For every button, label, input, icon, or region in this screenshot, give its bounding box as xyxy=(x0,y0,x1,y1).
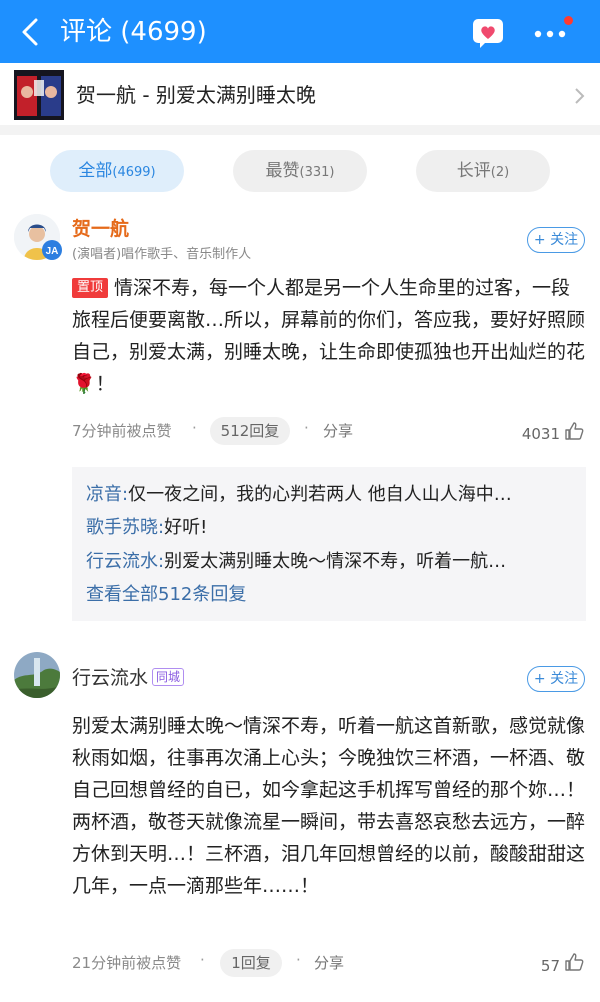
tab-long-count: (2) xyxy=(490,165,510,180)
follow-button[interactable]: + 关注 xyxy=(527,666,585,692)
tab-all-label: 全部 xyxy=(78,161,113,181)
notification-dot xyxy=(564,16,573,25)
share-button[interactable]: 分享 xyxy=(314,951,344,975)
reply-line[interactable]: 行云流水:别爱太满别睡太晚～情深不寿，听着一航… xyxy=(86,547,572,577)
separator-dot: · xyxy=(296,951,301,969)
comment-text: 别爱太满别睡太晚～情深不寿，听着一航这首新歌，感觉就像秋雨如烟，往事再次涌上心头… xyxy=(72,715,586,897)
tab-all[interactable]: 全部(4699) xyxy=(50,150,184,192)
song-title[interactable]: 贺一航 - 别爱太满别睡太晚 xyxy=(76,80,316,110)
comment-username[interactable]: 贺一航 xyxy=(72,216,129,242)
comment-username-text[interactable]: 行云流水 xyxy=(72,667,148,689)
reply-username[interactable]: 凉音: xyxy=(86,484,128,505)
follow-button[interactable]: + 关注 xyxy=(527,227,585,253)
comment-time: 21分钟前被点赞 xyxy=(72,954,182,972)
comment-body: 情深不寿，每一个人都是另一个人生命里的过客，一段旅程后便要离散…所以，屏幕前的你… xyxy=(72,277,586,395)
page-title: 评论 (4699) xyxy=(60,17,207,47)
like-count: 57 xyxy=(540,957,560,975)
avatar[interactable] xyxy=(14,652,60,698)
thumbs-up-icon[interactable] xyxy=(564,421,584,441)
heart-message-icon[interactable] xyxy=(472,18,504,48)
chevron-left-icon[interactable] xyxy=(16,16,46,48)
reply-text: 仅一夜之间，我的心判若两人 他自人山人海中… xyxy=(128,484,512,505)
comment-time: 7分钟前被点赞 xyxy=(72,422,172,440)
tab-top-count: (331) xyxy=(299,165,335,180)
comment-user-subtitle: (演唱者)唱作歌手、音乐制作人 xyxy=(72,247,252,262)
thumbs-up-icon[interactable] xyxy=(564,952,584,972)
svg-text:JA: JA xyxy=(46,246,59,257)
tab-all-count: (4699) xyxy=(112,165,156,180)
chevron-right-icon[interactable] xyxy=(573,86,585,106)
pinned-badge: 置顶 xyxy=(72,278,109,298)
reply-username[interactable]: 歌手苏晓: xyxy=(86,517,164,538)
section-divider xyxy=(0,125,600,135)
reply-count-button[interactable]: 512回复 xyxy=(210,417,290,445)
comment-text: 置顶 情深不寿，每一个人都是另一个人生命里的过客，一段旅程后便要离散…所以，屏幕前… xyxy=(72,272,586,400)
tab-long[interactable]: 长评(2) xyxy=(416,150,550,192)
share-button[interactable]: 分享 xyxy=(323,419,353,443)
reply-line[interactable]: 歌手苏晓:好听! xyxy=(86,513,572,543)
comment-username[interactable]: 行云流水 同城 xyxy=(72,665,185,691)
tab-top[interactable]: 最赞(331) xyxy=(233,150,367,192)
like-count: 4031 xyxy=(521,425,560,443)
reply-username[interactable]: 行云流水: xyxy=(86,551,164,572)
album-cover[interactable] xyxy=(14,70,64,120)
verified-musician-icon: JA xyxy=(42,240,62,260)
view-all-replies-link[interactable]: 查看全部512条回复 xyxy=(86,580,246,610)
tab-top-label: 最赞 xyxy=(265,161,300,181)
separator-dot: · xyxy=(304,419,309,437)
same-city-badge: 同城 xyxy=(152,668,185,686)
separator-dot: · xyxy=(200,951,205,969)
reply-count-button[interactable]: 1回复 xyxy=(220,949,282,977)
tab-long-label: 长评 xyxy=(456,161,491,181)
reply-line[interactable]: 凉音:仅一夜之间，我的心判若两人 他自人山人海中… xyxy=(86,480,572,510)
separator-dot: · xyxy=(192,419,197,437)
reply-text: 好听! xyxy=(164,517,208,538)
reply-text: 别爱太满别睡太晚～情深不寿，听着一航… xyxy=(164,551,507,572)
